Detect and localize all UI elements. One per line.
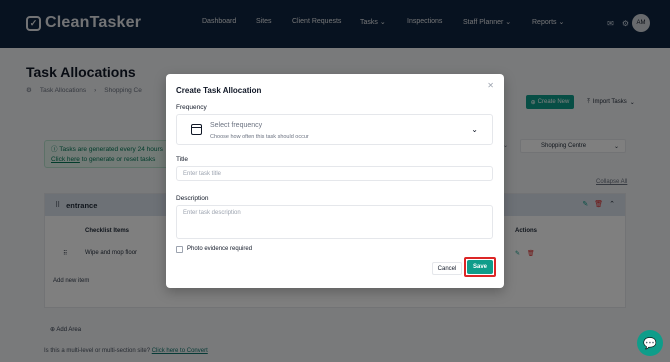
chat-icon: 💬: [643, 337, 657, 350]
create-task-allocation-modal: Create Task Allocation ✕ Frequency Selec…: [166, 74, 504, 288]
frequency-hint: Choose how often this task should occur: [210, 134, 309, 140]
calendar-icon: [191, 124, 202, 135]
title-input[interactable]: Enter task title: [176, 166, 493, 181]
cancel-button[interactable]: Cancel: [432, 262, 462, 275]
save-button[interactable]: Save: [467, 260, 493, 274]
title-label: Title: [176, 156, 189, 163]
description-textarea[interactable]: Enter task description: [176, 205, 493, 239]
close-icon[interactable]: ✕: [487, 81, 494, 90]
photo-evidence-checkbox[interactable]: [176, 246, 183, 253]
frequency-select[interactable]: Select frequency Choose how often this t…: [176, 114, 493, 145]
modal-title: Create Task Allocation: [176, 86, 262, 95]
chat-button[interactable]: 💬: [637, 330, 663, 356]
frequency-value: Select frequency: [210, 122, 263, 129]
chevron-down-icon: ⌄: [471, 125, 478, 134]
modal-backdrop-header[interactable]: [0, 0, 670, 48]
description-label: Description: [176, 195, 209, 202]
frequency-label: Frequency: [176, 104, 207, 111]
photo-evidence-label: Photo evidence required: [187, 246, 253, 252]
